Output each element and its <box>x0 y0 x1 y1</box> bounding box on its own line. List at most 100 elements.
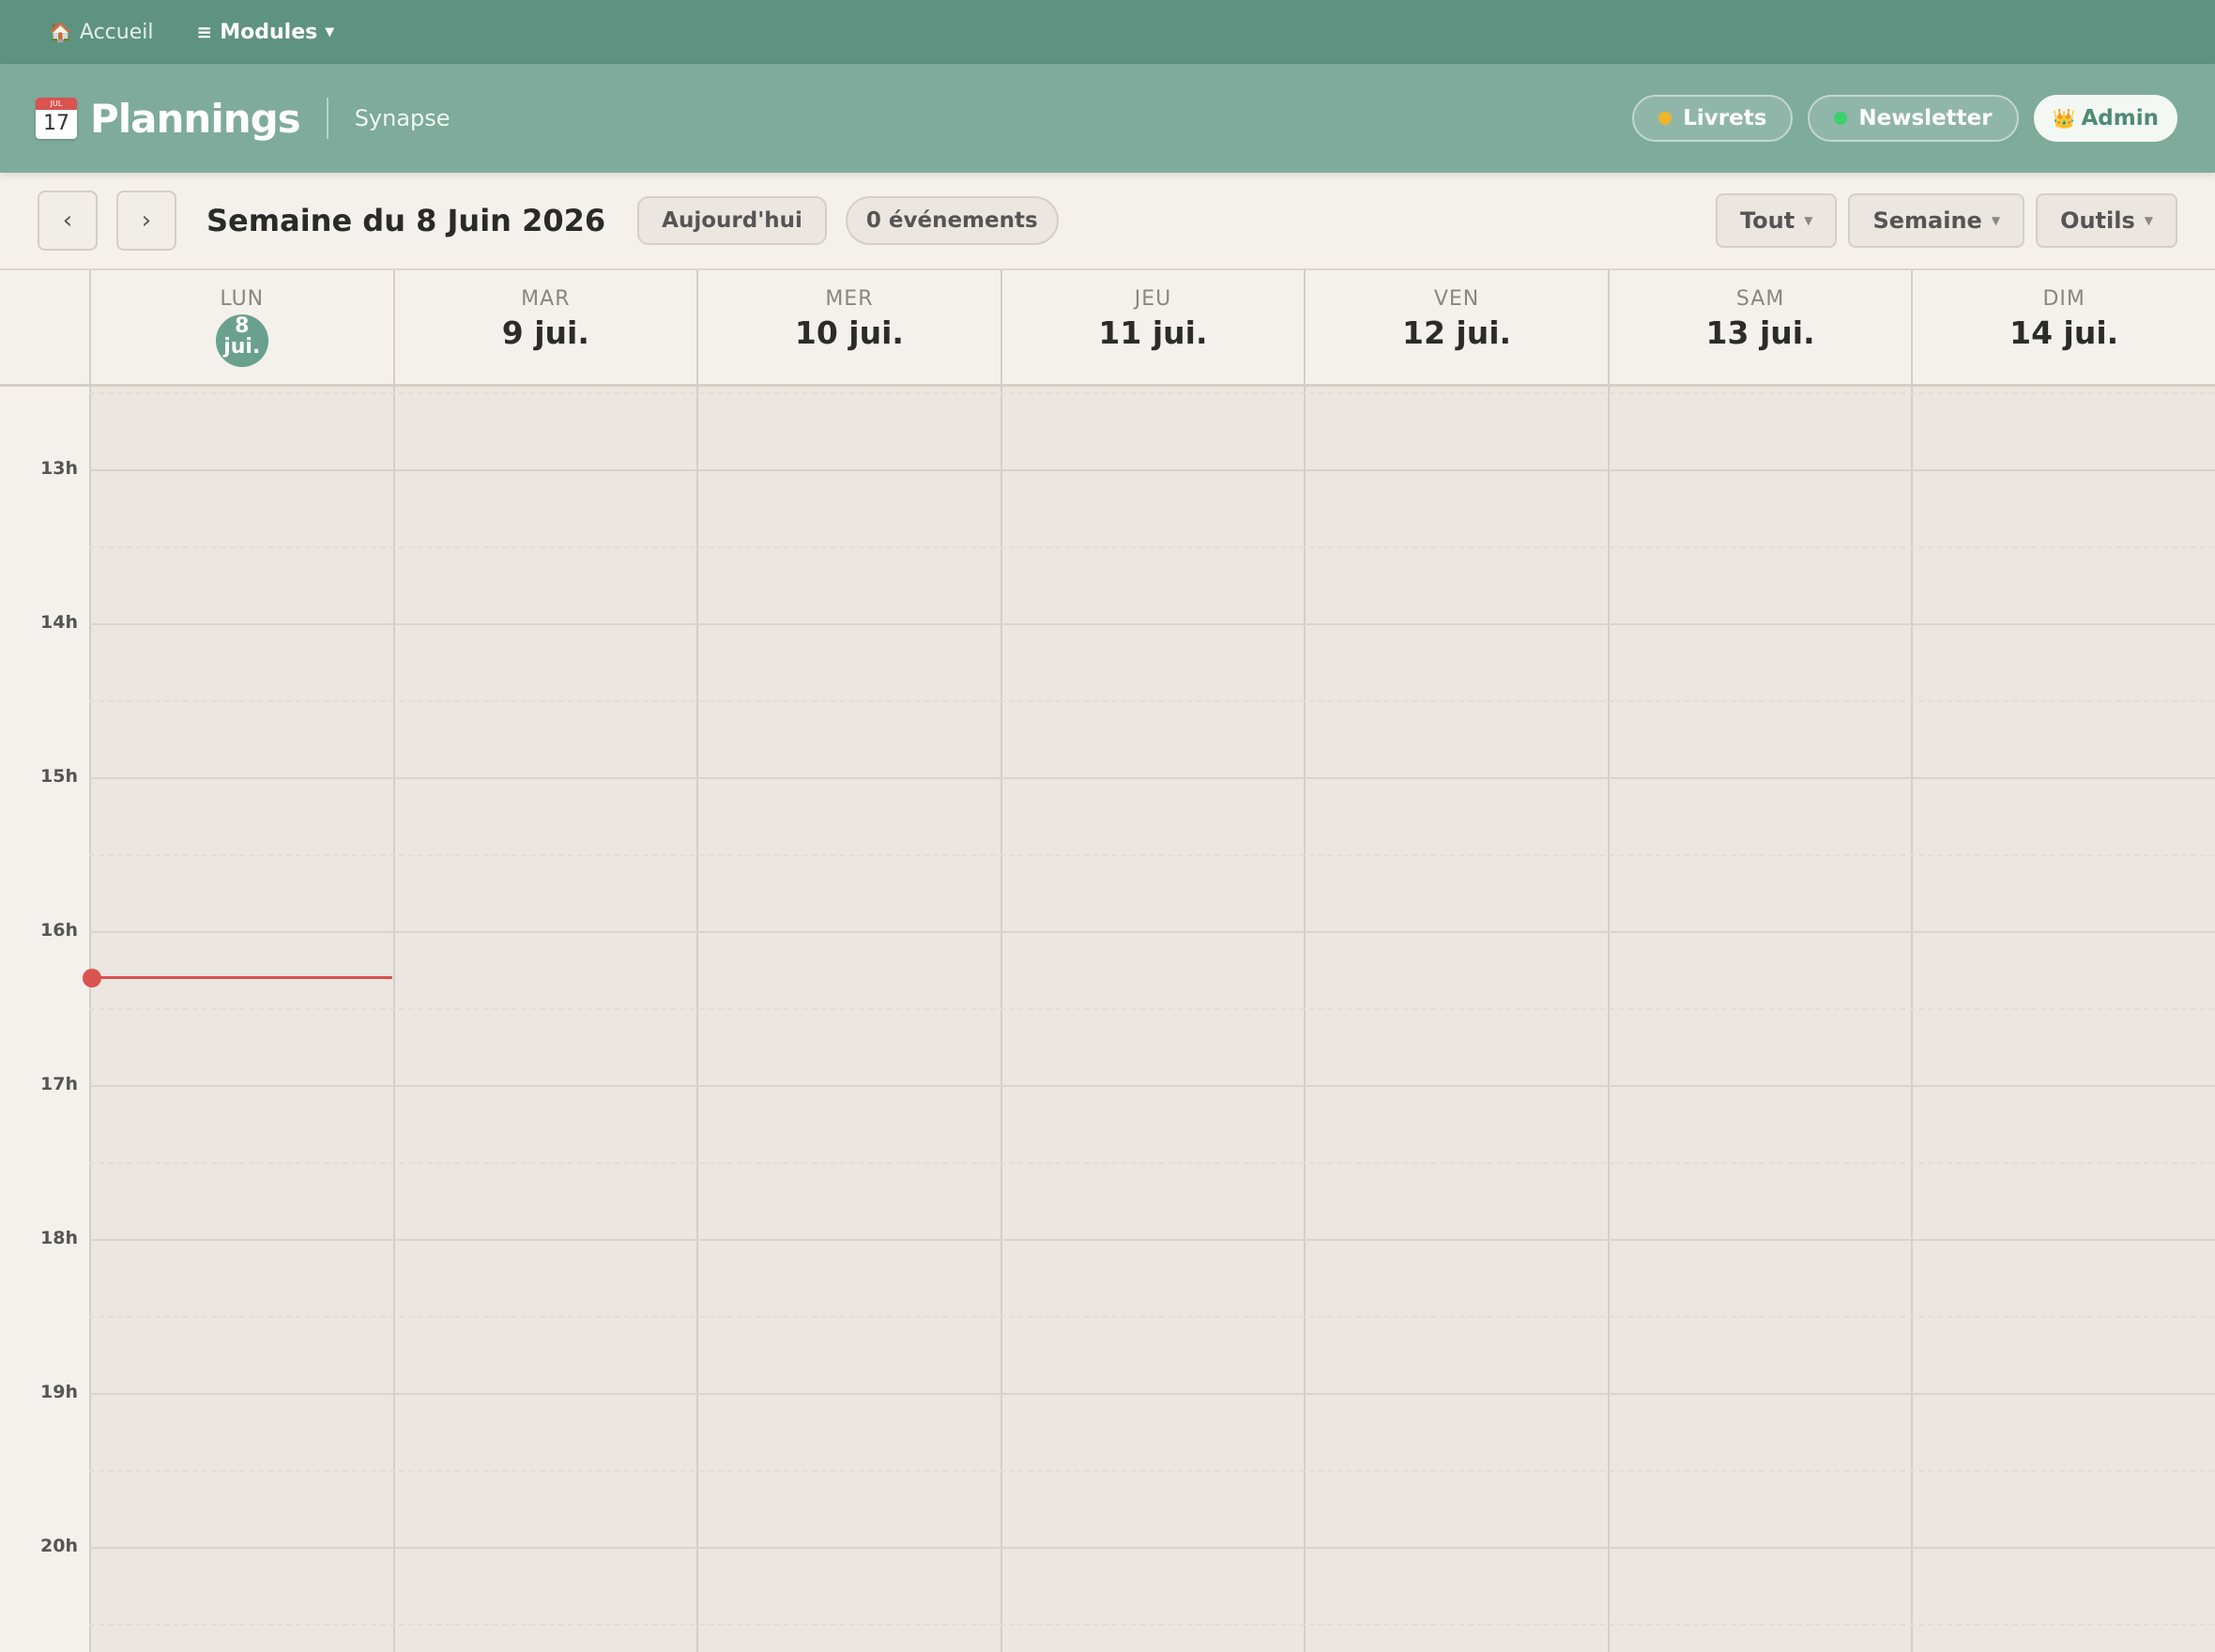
day-number: 8 <box>235 314 250 338</box>
day-date: 14 jui. <box>2009 314 2119 351</box>
today-button[interactable]: Aujourd'hui <box>637 196 827 245</box>
day-header-row: LUN 8 jui. MAR 9 jui. MER 10 jui. JEU 11… <box>0 270 2215 387</box>
admin-label: Admin <box>2081 106 2160 130</box>
day-date: 11 jui. <box>1098 314 1208 351</box>
day-name: LUN <box>220 287 265 311</box>
calendar-toolbar: ‹ › Semaine du 8 Juin 2026 Aujourd'hui 0… <box>0 173 2215 270</box>
day-columns <box>89 387 2215 1652</box>
status-dot-icon <box>1834 112 1848 125</box>
half-hour-line <box>89 1162 2215 1164</box>
day-name: MER <box>825 287 874 311</box>
day-name: VEN <box>1433 287 1480 311</box>
half-hour-line <box>89 1470 2215 1472</box>
view-dropdown-label: Semaine <box>1872 207 1982 234</box>
tools-dropdown[interactable]: Outils ▼ <box>2036 193 2177 248</box>
day-month: jui. <box>223 335 261 359</box>
calendar-icon-day: 17 <box>43 112 69 135</box>
day-column-tue[interactable] <box>392 387 697 1652</box>
half-hour-line <box>89 700 2215 702</box>
caret-down-icon: ▼ <box>1991 214 2001 227</box>
hour-line <box>89 1239 2215 1241</box>
hour-line <box>89 469 2215 471</box>
status-dot-icon <box>1658 112 1673 125</box>
current-time-dot <box>83 969 101 987</box>
hour-label: 15h <box>40 766 78 787</box>
app-subtitle: Synapse <box>354 105 451 131</box>
top-nav: 🏠 Accueil ≡ Modules ▼ <box>0 0 2215 64</box>
hour-line <box>89 623 2215 625</box>
tools-dropdown-label: Outils <box>2060 207 2135 234</box>
header-divider <box>326 98 328 139</box>
hour-label: 18h <box>40 1228 78 1248</box>
time-gutter-header <box>0 270 89 384</box>
hour-label: 17h <box>40 1074 78 1094</box>
current-time-line <box>92 976 392 979</box>
half-hour-line <box>89 1624 2215 1626</box>
caret-down-icon: ▼ <box>2144 214 2153 227</box>
livrets-button[interactable]: Livrets <box>1632 95 1794 142</box>
modules-menu[interactable]: ≡ Modules ▼ <box>196 21 334 44</box>
hour-label: 14h <box>40 612 78 633</box>
home-link[interactable]: 🏠 Accueil <box>49 21 153 44</box>
day-column-thu[interactable] <box>1000 387 1305 1652</box>
day-column-wed[interactable] <box>696 387 1001 1652</box>
week-title: Semaine du 8 Juin 2026 <box>206 203 606 238</box>
house-icon: 🏠 <box>49 21 72 43</box>
hour-line <box>89 1547 2215 1549</box>
home-link-label: Accueil <box>79 20 154 44</box>
next-week-button[interactable]: › <box>116 191 176 251</box>
day-header-sat[interactable]: SAM 13 jui. <box>1607 270 1912 384</box>
modules-menu-label: Modules <box>220 20 318 44</box>
day-header-sun[interactable]: DIM 14 jui. <box>1911 270 2215 384</box>
day-date: 13 jui. <box>1705 314 1815 351</box>
day-column-sat[interactable] <box>1607 387 1912 1652</box>
day-header-mon[interactable]: LUN 8 jui. <box>89 270 393 384</box>
hour-line <box>89 1393 2215 1395</box>
day-header-tue[interactable]: MAR 9 jui. <box>392 270 697 384</box>
newsletter-button[interactable]: Newsletter <box>1808 95 2019 142</box>
day-date: 9 jui. <box>501 314 589 351</box>
half-hour-line <box>89 854 2215 856</box>
day-header-wed[interactable]: MER 10 jui. <box>696 270 1001 384</box>
events-count-badge: 0 événements <box>845 196 1059 245</box>
filter-dropdown-label: Tout <box>1740 207 1795 234</box>
day-name: MAR <box>521 287 571 311</box>
day-name: DIM <box>2042 287 2085 311</box>
hour-label: 16h <box>40 920 78 941</box>
hour-label: 19h <box>40 1382 78 1402</box>
day-name: JEU <box>1134 287 1172 311</box>
filter-dropdown[interactable]: Tout ▼ <box>1716 193 1838 248</box>
app-header: JUL 17 Plannings Synapse Livrets Newslet… <box>0 64 2215 173</box>
day-name: SAM <box>1735 287 1785 311</box>
menu-icon: ≡ <box>196 21 213 43</box>
prev-week-button[interactable]: ‹ <box>38 191 98 251</box>
caret-down-icon: ▼ <box>325 24 335 39</box>
time-gutter: 13h 14h 15h 16h 17h 18h 19h 20h <box>0 387 89 1652</box>
day-header-fri[interactable]: VEN 12 jui. <box>1304 270 1608 384</box>
half-hour-line <box>89 1316 2215 1318</box>
livrets-label: Livrets <box>1683 106 1767 130</box>
hour-line <box>89 931 2215 933</box>
day-header-thu[interactable]: JEU 11 jui. <box>1000 270 1305 384</box>
day-column-sun[interactable] <box>1911 387 2215 1652</box>
caret-down-icon: ▼ <box>1804 214 1813 227</box>
crown-icon: 👑 <box>2052 107 2076 130</box>
day-date: 12 jui. <box>1401 314 1512 351</box>
newsletter-label: Newsletter <box>1858 106 1993 130</box>
day-column-mon[interactable] <box>89 387 393 1652</box>
calendar-icon-month: JUL <box>36 98 77 110</box>
view-dropdown[interactable]: Semaine ▼ <box>1848 193 2025 248</box>
hour-line <box>89 777 2215 779</box>
day-column-fri[interactable] <box>1304 387 1608 1652</box>
calendar-icon: JUL 17 <box>36 98 77 139</box>
half-hour-line <box>89 392 2215 394</box>
hour-label: 20h <box>40 1536 78 1556</box>
half-hour-line <box>89 1008 2215 1010</box>
time-grid: 13h 14h 15h 16h 17h 18h 19h 20h <box>0 387 2215 1652</box>
hour-line <box>89 1085 2215 1087</box>
half-hour-line <box>89 546 2215 548</box>
today-date-badge: 8 jui. <box>215 314 268 367</box>
admin-button[interactable]: 👑 Admin <box>2033 95 2177 142</box>
day-date: 10 jui. <box>794 314 904 351</box>
hour-label: 13h <box>40 458 78 479</box>
